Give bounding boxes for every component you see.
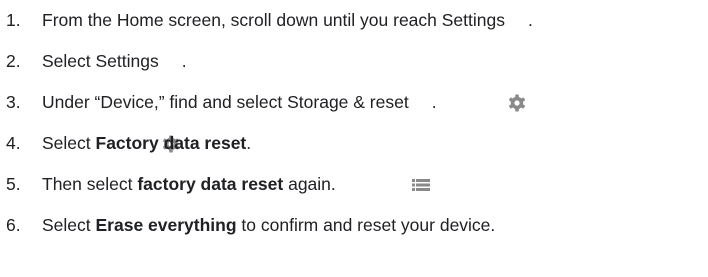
step-item-6: 6. Select Erase everything to confirm an… — [6, 205, 706, 246]
step-text-bold: Factory data reset — [95, 133, 247, 153]
step-text-post: . — [527, 10, 533, 30]
step-item-2: 2. Select Settings . — [6, 41, 706, 152]
step-number: 2. — [6, 51, 21, 71]
step-text: From the Home screen, scroll down until … — [42, 0, 533, 111]
step-text-bold: Erase everything — [95, 215, 237, 235]
step-text-post: . — [246, 133, 252, 153]
step-text-pre: Select — [42, 133, 96, 153]
step-text-post: again. — [283, 174, 336, 194]
step-text-pre: Under “Device,” find and select Storage … — [42, 92, 409, 112]
step-text: Select Factory data reset . — [42, 123, 251, 164]
step-text-bold: factory data reset — [137, 174, 284, 194]
step-text: Under “Device,” find and select Storage … — [42, 82, 437, 191]
step-item-3: 3. Under “Device,” find and select Stora… — [6, 82, 706, 191]
gear-icon — [507, 11, 527, 111]
step-item-4: 4. Select Factory data reset . — [6, 123, 706, 164]
step-text-pre: Select — [42, 215, 96, 235]
step-item-5: 5. Then select factory data reset again. — [6, 164, 706, 205]
step-number: 5. — [6, 174, 21, 194]
step-number: 3. — [6, 92, 21, 112]
step-text: Select Erase everything to confirm and r… — [42, 205, 495, 246]
step-text-post: . — [181, 51, 187, 71]
step-text: Then select factory data reset again. — [42, 164, 336, 205]
step-text: Select Settings . — [42, 41, 187, 152]
step-number: 1. — [6, 10, 21, 30]
step-item-1: 1. From the Home screen, scroll down unt… — [6, 0, 706, 111]
step-text-pre: From the Home screen, scroll down until … — [42, 10, 505, 30]
step-number: 4. — [6, 133, 21, 153]
gear-icon — [161, 52, 181, 152]
step-text-post: to confirm and reset your device. — [236, 215, 496, 235]
step-text-post: . — [431, 92, 437, 112]
step-text-pre: Then select — [42, 174, 138, 194]
instruction-list: 1. From the Home screen, scroll down unt… — [6, 0, 706, 246]
step-number: 6. — [6, 215, 21, 235]
step-text-pre: Select Settings — [42, 51, 159, 71]
storage-icon — [411, 93, 431, 191]
